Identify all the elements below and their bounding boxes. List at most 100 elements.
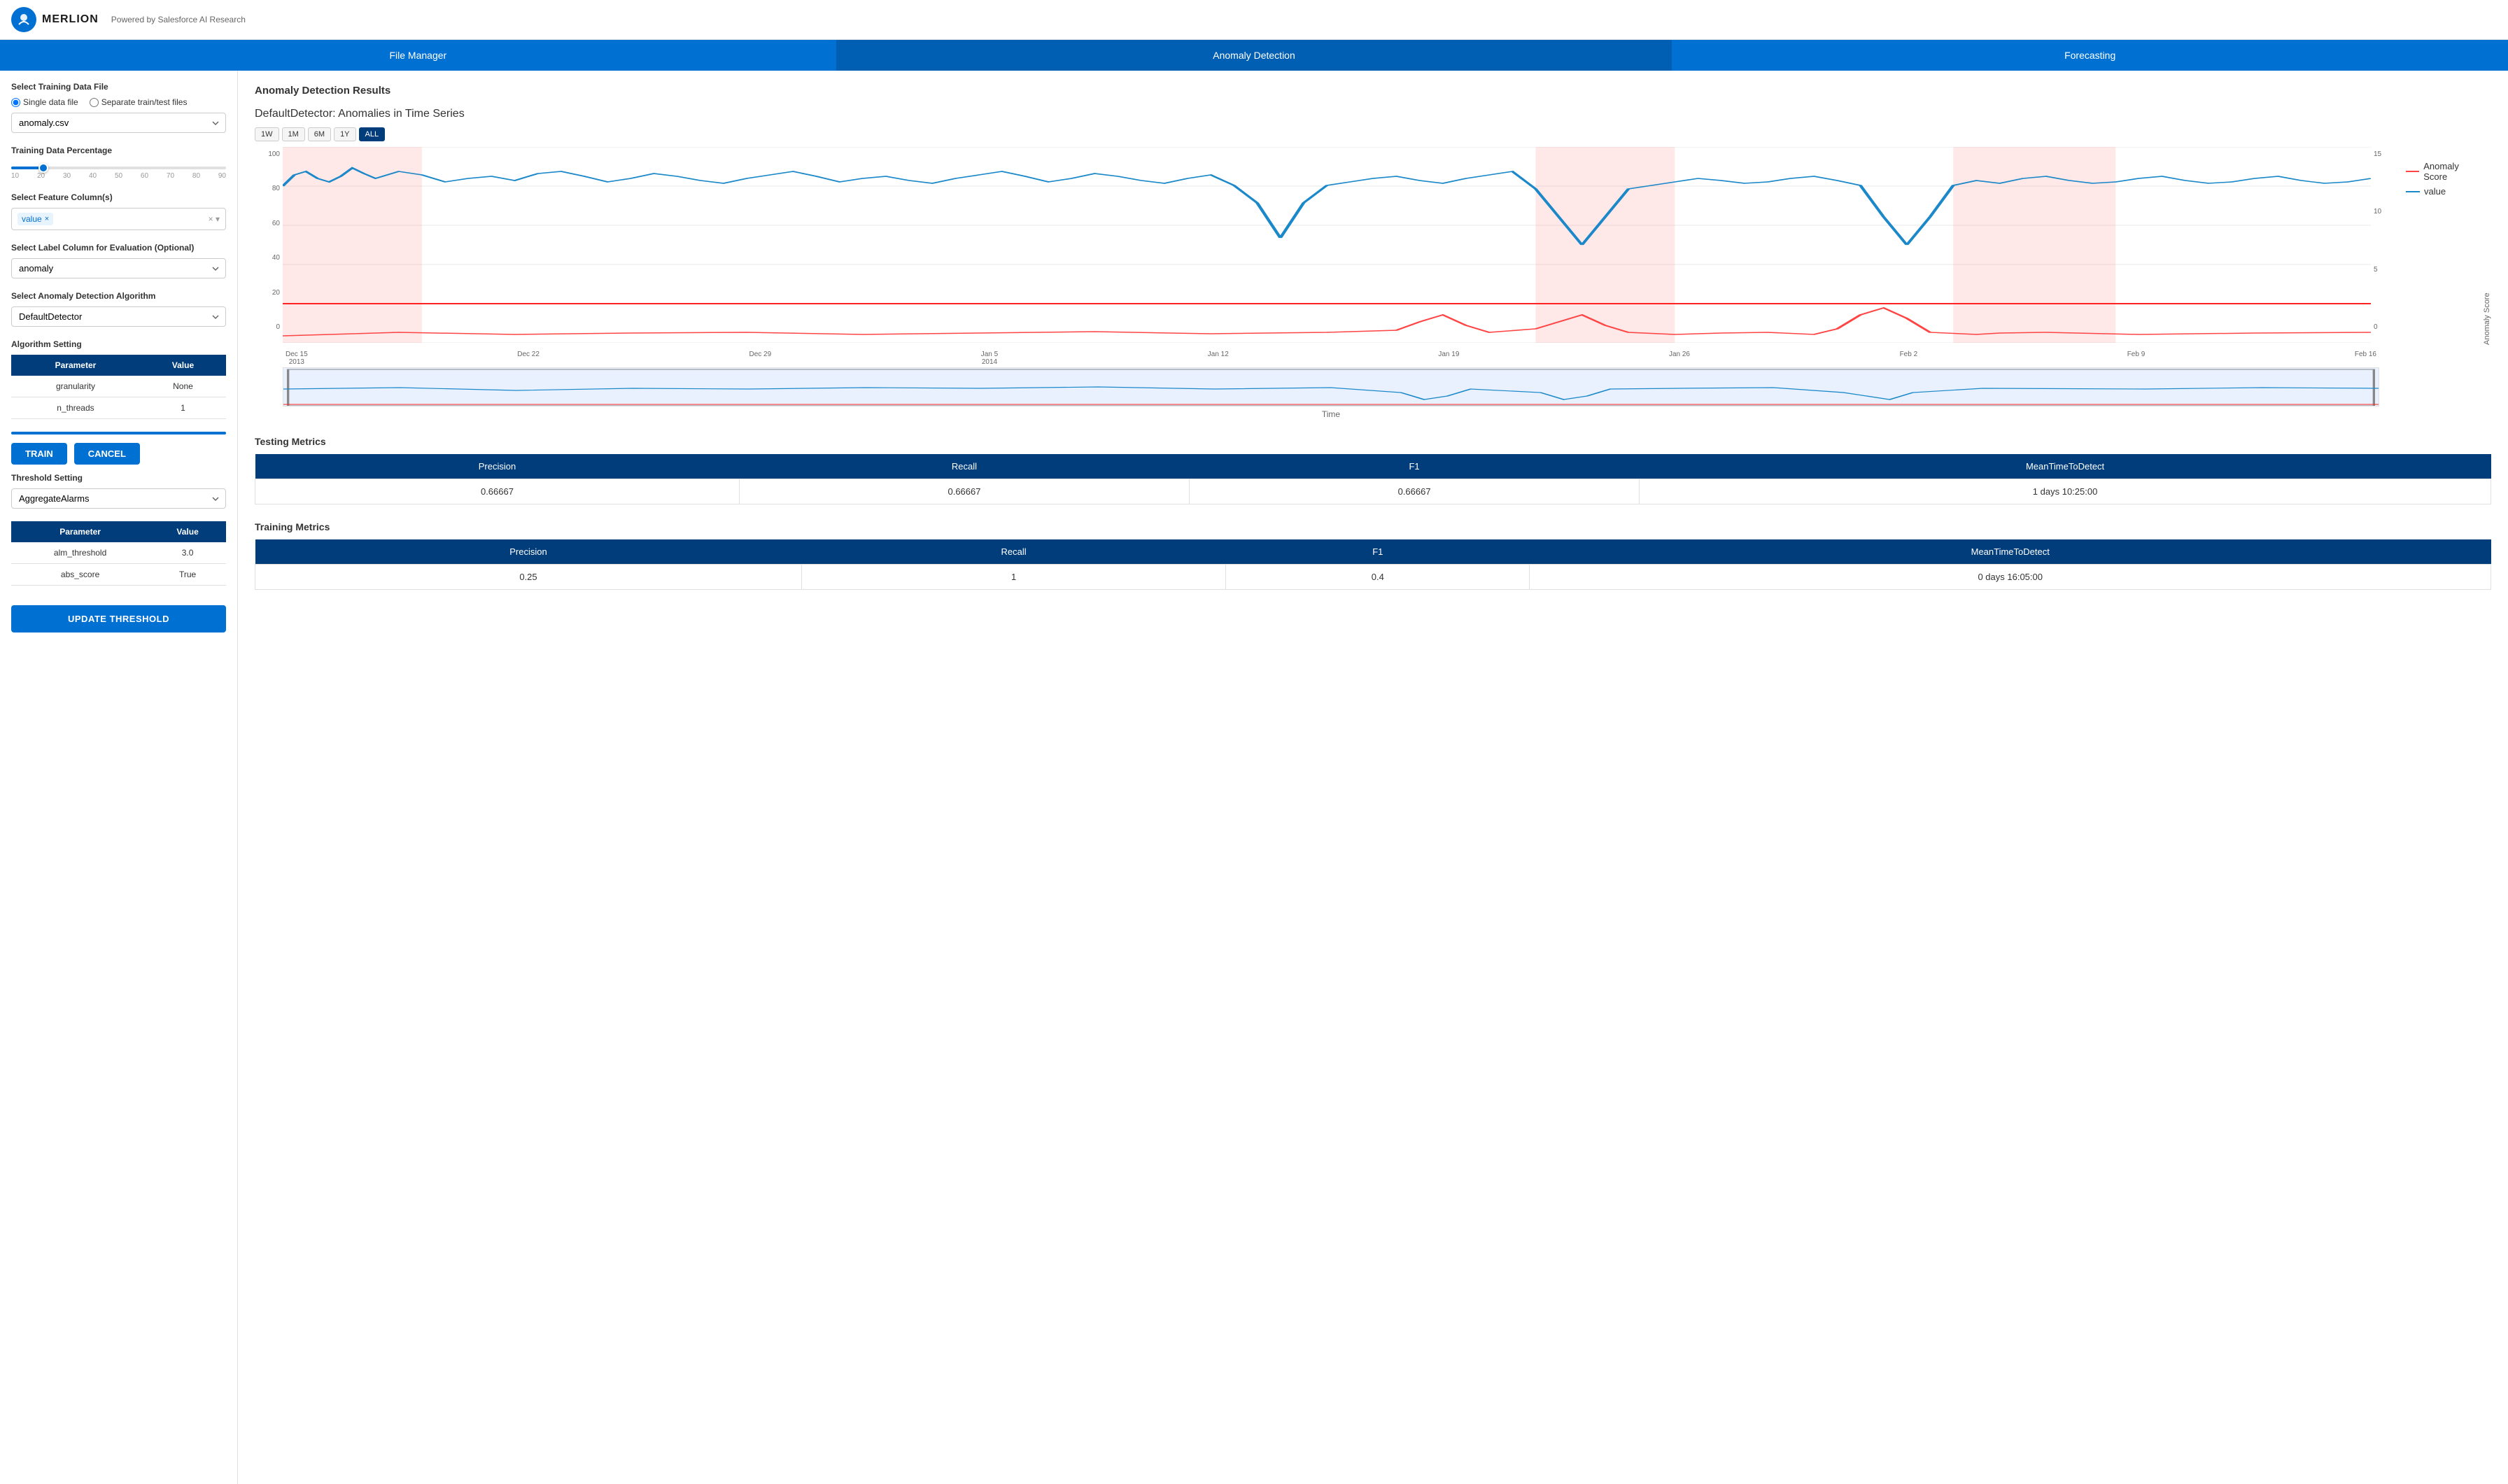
app-header: MERLION Powered by Salesforce AI Researc… (0, 0, 2508, 40)
sidebar: Select Training Data File Single data fi… (0, 71, 238, 1484)
training-metrics-title: Training Metrics (255, 521, 2491, 532)
logo-icon (11, 7, 36, 32)
file-select[interactable]: anomaly.csv (11, 113, 226, 133)
test-precision-header: Precision (255, 454, 740, 479)
chart-legend: Anomaly Score value (2399, 147, 2483, 345)
single-file-option[interactable]: Single data file (11, 97, 78, 107)
training-data-label: Select Training Data File (11, 82, 226, 92)
time-btn-all[interactable]: ALL (359, 127, 386, 141)
test-recall-header: Recall (739, 454, 1189, 479)
threshold-params-table: Parameter Value alm_threshold 3.0 abs_sc… (11, 521, 226, 586)
test-f1-val: 0.66667 (1190, 479, 1640, 504)
param-granularity: granularity (11, 376, 140, 397)
train-mttd-header: MeanTimeToDetect (1530, 539, 2491, 565)
label-col-label: Select Label Column for Evaluation (Opti… (11, 243, 226, 253)
x-axis-spacer-left (255, 351, 283, 366)
table-row: n_threads 1 (11, 397, 226, 419)
file-select-wrapper: anomaly.csv (11, 113, 226, 133)
train-button[interactable]: TRAIN (11, 443, 67, 465)
test-precision-val: 0.66667 (255, 479, 740, 504)
tab-forecasting[interactable]: Forecasting (1672, 40, 2508, 71)
legend-value: value (2406, 186, 2483, 197)
training-data-section: Select Training Data File Single data fi… (11, 82, 226, 133)
value-col-header: Value (140, 355, 226, 376)
separate-files-label: Separate train/test files (101, 97, 188, 107)
label-col-section: Select Label Column for Evaluation (Opti… (11, 243, 226, 278)
train-precision-header: Precision (255, 539, 802, 565)
tab-file-manager[interactable]: File Manager (0, 40, 836, 71)
training-pct-section: Training Data Percentage 10 20 30 40 50 … (11, 146, 226, 180)
training-headers-row: Precision Recall F1 MeanTimeToDetect (255, 539, 2491, 565)
separate-files-radio[interactable] (90, 98, 99, 107)
algorithm-select[interactable]: DefaultDetector (11, 306, 226, 327)
time-btn-1y[interactable]: 1Y (334, 127, 355, 141)
param-col-header: Parameter (11, 355, 140, 376)
chart-svg (283, 147, 2371, 343)
label-col-select[interactable]: anomaly (11, 258, 226, 278)
x-axis-label: Time (283, 409, 2379, 419)
train-cancel-row: TRAIN CANCEL (11, 443, 226, 465)
time-btn-1m[interactable]: 1M (282, 127, 305, 141)
legend-value-line (2406, 191, 2420, 192)
threshold-algo-wrapper: AggregateAlarms (11, 488, 226, 509)
chart-section: 100 80 60 40 20 0 (255, 147, 2491, 345)
test-f1-header: F1 (1190, 454, 1640, 479)
train-precision-val: 0.25 (255, 565, 802, 590)
value-abs-score: True (149, 564, 226, 586)
testing-headers-row: Precision Recall F1 MeanTimeToDetect (255, 454, 2491, 479)
training-pct-slider[interactable]: 10 20 30 40 50 60 70 80 90 (11, 167, 226, 180)
table-row: alm_threshold 3.0 (11, 542, 226, 564)
algorithm-wrapper: DefaultDetector (11, 306, 226, 327)
algorithm-section: Select Anomaly Detection Algorithm Defau… (11, 291, 226, 327)
y-axis-right: 15 10 5 0 (2371, 147, 2399, 345)
x-axis-spacer-right (2379, 351, 2491, 366)
tab-anomaly-detection[interactable]: Anomaly Detection (836, 40, 1672, 71)
time-btn-1w[interactable]: 1W (255, 127, 279, 141)
main-content: Anomaly Detection Results DefaultDetecto… (238, 71, 2508, 1484)
algo-settings-table: Parameter Value granularity None n_threa… (11, 355, 226, 419)
value-alm-threshold: 3.0 (149, 542, 226, 564)
slider-track (11, 167, 226, 169)
legend-anomaly-line (2406, 171, 2419, 172)
x-axis-labels-row: Dec 152013 Dec 22 Dec 29 Jan 52014 Jan 1… (255, 351, 2491, 366)
chart-title: DefaultDetector: Anomalies in Time Serie… (255, 108, 2491, 120)
label-col-wrapper: anomaly (11, 258, 226, 278)
test-mttd-val: 1 days 10:25:00 (1640, 479, 2491, 504)
nav-tabs: File Manager Anomaly Detection Forecasti… (0, 40, 2508, 71)
time-label-row: Time (255, 409, 2491, 419)
train-recall-val: 1 (802, 565, 1226, 590)
mini-chart[interactable] (283, 367, 2379, 407)
thresh-param-header: Parameter (11, 521, 149, 542)
single-file-radio[interactable] (11, 98, 20, 107)
table-row: abs_score True (11, 564, 226, 586)
main-chart (283, 147, 2371, 345)
feature-col-input[interactable]: value × × ▾ (11, 208, 226, 230)
legend-value-label: value (2424, 186, 2446, 197)
slider-thumb[interactable] (38, 163, 48, 173)
feature-col-label: Select Feature Column(s) (11, 192, 226, 202)
algorithm-label: Select Anomaly Detection Algorithm (11, 291, 226, 301)
value-nthreads: 1 (140, 397, 226, 419)
cancel-button[interactable]: CANCEL (74, 443, 140, 465)
tag-input-clear[interactable]: × ▾ (209, 214, 220, 224)
train-f1-val: 0.4 (1226, 565, 1530, 590)
feature-col-section: Select Feature Column(s) value × × ▾ (11, 192, 226, 230)
threshold-section: Threshold Setting AggregateAlarms (11, 473, 226, 509)
param-abs-score: abs_score (11, 564, 149, 586)
algo-settings-label: Algorithm Setting (11, 339, 226, 349)
testing-metrics-title: Testing Metrics (255, 436, 2491, 447)
train-f1-header: F1 (1226, 539, 1530, 565)
table-row: granularity None (11, 376, 226, 397)
x-axis-labels: Dec 152013 Dec 22 Dec 29 Jan 52014 Jan 1… (283, 351, 2379, 366)
train-recall-header: Recall (802, 539, 1226, 565)
feature-tag-remove[interactable]: × (45, 215, 49, 223)
separate-files-option[interactable]: Separate train/test files (90, 97, 188, 107)
y-axis-left: 100 80 60 40 20 0 (255, 147, 283, 345)
threshold-label: Threshold Setting (11, 473, 226, 483)
app-name: MERLION (42, 13, 99, 26)
time-btn-6m[interactable]: 6M (308, 127, 331, 141)
threshold-algo-select[interactable]: AggregateAlarms (11, 488, 226, 509)
logo-area: MERLION Powered by Salesforce AI Researc… (11, 7, 246, 32)
test-mttd-header: MeanTimeToDetect (1640, 454, 2491, 479)
update-threshold-button[interactable]: UPDATE THRESHOLD (11, 605, 226, 633)
